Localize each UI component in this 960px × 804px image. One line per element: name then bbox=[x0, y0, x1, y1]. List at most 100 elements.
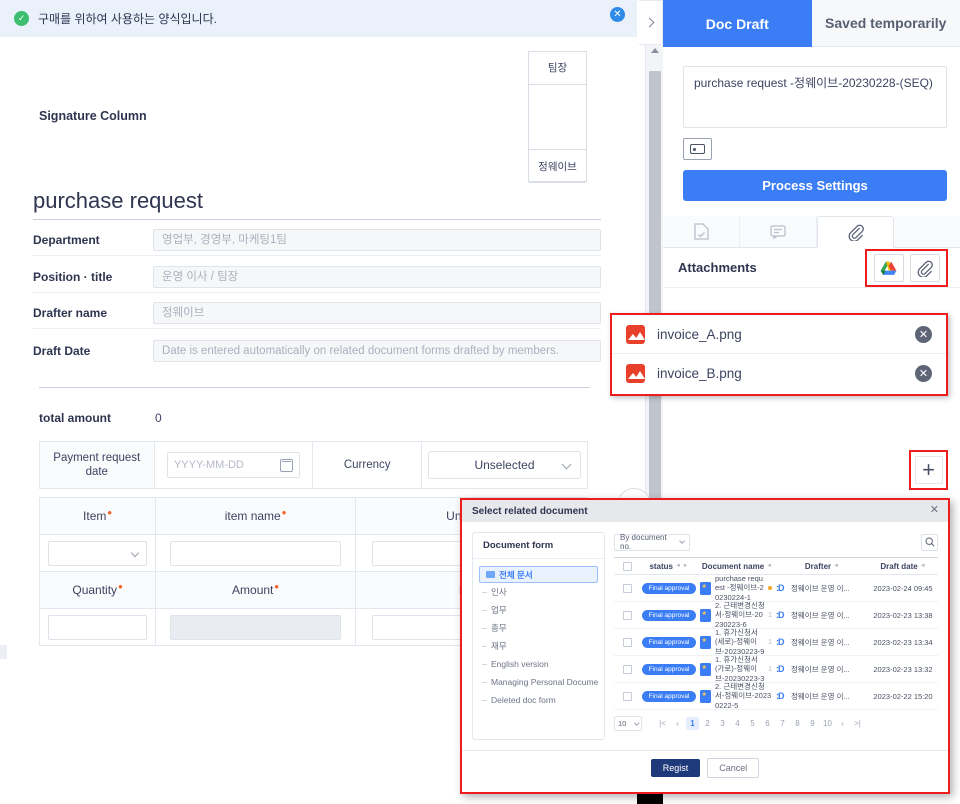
item-select[interactable] bbox=[48, 540, 147, 566]
tree-item-hr[interactable]: 인사 bbox=[479, 583, 598, 601]
quantity-input[interactable] bbox=[48, 614, 147, 640]
page-last-button[interactable]: >| bbox=[851, 717, 864, 730]
row-checkbox[interactable] bbox=[622, 583, 632, 593]
page-4[interactable]: 4 bbox=[731, 717, 744, 730]
process-settings-button[interactable]: Process Settings bbox=[683, 170, 947, 201]
page-5[interactable]: 5 bbox=[746, 717, 759, 730]
page-next-button[interactable]: › bbox=[836, 717, 849, 730]
row-checkbox[interactable] bbox=[622, 664, 632, 674]
tree-item-label: 재무 bbox=[491, 641, 507, 651]
draft-date-field[interactable]: Date is entered automatically on related… bbox=[153, 339, 601, 362]
image-file-icon bbox=[626, 324, 645, 344]
row-name-cell: purchase request -정웨이브-20230224-1 bbox=[698, 574, 776, 602]
table-row[interactable]: Final approval 1. 휴가신청서 (가로)-정웨이브-202302… bbox=[614, 654, 938, 683]
regist-button[interactable]: Regist bbox=[650, 758, 701, 777]
remove-icon[interactable]: ✕ bbox=[915, 326, 932, 343]
tree-item-work[interactable]: 업무 bbox=[479, 601, 598, 619]
tree-item-label: 인사 bbox=[491, 587, 507, 597]
tree-item-label: 전체 문서 bbox=[499, 569, 533, 580]
page-size-select[interactable]: 10 bbox=[614, 716, 642, 731]
collapse-panel-button[interactable] bbox=[639, 0, 663, 45]
table-row[interactable]: Final approval 2. 근태변경신청서-정웨이브-20230223-… bbox=[614, 601, 938, 629]
column-header-draft-date[interactable]: Draft date ◄ bbox=[868, 562, 938, 571]
page-9[interactable]: 9 bbox=[806, 717, 819, 730]
cancel-button[interactable]: Cancel bbox=[707, 757, 760, 778]
drafter-name-field[interactable]: 정웨이브 bbox=[153, 302, 601, 324]
department-field[interactable]: 영업부, 경영부, 마케팅1팀 bbox=[153, 229, 601, 251]
tree-item-english-version[interactable]: English version bbox=[479, 655, 598, 673]
calendar-icon[interactable] bbox=[279, 458, 293, 472]
modal-footer: Regist Cancel bbox=[462, 750, 948, 784]
tree-item-deleted-doc-form[interactable]: Deleted doc form bbox=[479, 691, 598, 709]
row-checkbox[interactable] bbox=[622, 637, 632, 647]
status-badge: Final approval bbox=[641, 636, 697, 648]
tag-icon bbox=[690, 144, 705, 154]
field-row-drafter: Drafter name 정웨이브 bbox=[33, 298, 601, 329]
select-all-checkbox[interactable] bbox=[622, 561, 632, 571]
plus-icon[interactable]: + bbox=[914, 456, 943, 484]
column-header-document-name[interactable]: Document name ◄ bbox=[698, 562, 776, 571]
payment-date-input[interactable]: YYYY-MM-DD bbox=[166, 452, 300, 478]
tree-item-general-affairs[interactable]: 총무 bbox=[479, 619, 598, 637]
payment-currency-table: Payment request date YYYY-MM-DD Currency… bbox=[39, 441, 588, 489]
scroll-up-icon[interactable] bbox=[651, 48, 659, 53]
attachment-name: invoice_B.png bbox=[657, 366, 742, 381]
payment-date-label: Payment request date bbox=[40, 442, 155, 488]
item-name-cell bbox=[156, 535, 356, 571]
scrollbar-thumb[interactable] bbox=[649, 71, 661, 501]
column-header-label: Quantity bbox=[72, 583, 118, 597]
tree-item-finance[interactable]: 재무 bbox=[479, 637, 598, 655]
page-8[interactable]: 8 bbox=[791, 717, 804, 730]
tree-item-personal-document-form[interactable]: Managing Personal Document F... bbox=[479, 673, 598, 691]
page-7[interactable]: 7 bbox=[776, 717, 789, 730]
tree-item-all-documents[interactable]: 전체 문서 bbox=[479, 566, 598, 583]
tab-comments[interactable] bbox=[740, 216, 817, 247]
attach-file-button[interactable] bbox=[909, 254, 940, 282]
doc-title-input[interactable]: purchase request -정웨이브-20230228-(SEQ) bbox=[683, 66, 947, 128]
field-row-draft-date: Draft Date Date is entered automatically… bbox=[33, 335, 601, 366]
close-icon[interactable]: ✕ bbox=[930, 505, 939, 516]
drafter-name: 정웨이브 운영 이... bbox=[791, 664, 850, 674]
table-row[interactable]: Final approval purchase request -정웨이브-20… bbox=[614, 574, 938, 602]
tab-attachments[interactable] bbox=[817, 216, 894, 248]
currency-select[interactable]: Unselected bbox=[428, 451, 581, 479]
page-6[interactable]: 6 bbox=[761, 717, 774, 730]
chevron-down-icon bbox=[633, 720, 639, 725]
remove-icon[interactable]: ✕ bbox=[915, 365, 932, 382]
position-title-field[interactable]: 운영 이사 / 팀장 bbox=[153, 266, 601, 288]
search-field-value: By document no. bbox=[620, 533, 667, 551]
total-amount-label: total amount bbox=[39, 411, 111, 425]
page-1[interactable]: 1 bbox=[686, 717, 699, 730]
page-first-button[interactable]: |< bbox=[656, 717, 669, 730]
check-icon: ✓ bbox=[14, 11, 29, 26]
page-2[interactable]: 2 bbox=[701, 717, 714, 730]
total-amount-value: 0 bbox=[155, 411, 162, 425]
google-drive-button[interactable] bbox=[873, 254, 904, 282]
page-3[interactable]: 3 bbox=[716, 717, 729, 730]
table-row[interactable]: Final approval 1. 휴가신청서 (세로)-정웨이브-202302… bbox=[614, 628, 938, 656]
item-name-input[interactable] bbox=[169, 540, 342, 566]
row-date-cell: 2023-02-22 15:20 bbox=[873, 691, 933, 701]
document-name: 1. 휴가신청서 (가로)-정웨이브-20230223-3 bbox=[715, 654, 765, 683]
notice-text: 구매를 위하여 사용하는 양식입니다. bbox=[38, 12, 217, 26]
tab-document-check[interactable] bbox=[663, 216, 740, 247]
add-related-document-highlight: + bbox=[909, 450, 948, 490]
row-checkbox[interactable] bbox=[622, 691, 632, 701]
list-item[interactable]: invoice_B.png ✕ bbox=[612, 354, 946, 393]
row-drafter-cell: :D 정웨이브 운영 이... bbox=[776, 610, 868, 621]
close-icon[interactable]: ✕ bbox=[610, 7, 625, 22]
page-prev-button[interactable]: ‹ bbox=[671, 717, 684, 730]
search-button[interactable] bbox=[921, 533, 938, 551]
column-header-status[interactable]: status ◄ ► bbox=[640, 562, 698, 571]
payment-date-cell: YYYY-MM-DD bbox=[155, 442, 314, 488]
row-checkbox[interactable] bbox=[622, 610, 632, 620]
list-item[interactable]: invoice_A.png ✕ bbox=[612, 315, 946, 354]
table-row[interactable]: Final approval 2. 근태변경신청서-정웨이브-20230222-… bbox=[614, 682, 938, 710]
tab-doc-draft[interactable]: Doc Draft bbox=[663, 0, 812, 47]
column-header-drafter[interactable]: Drafter ◄ bbox=[776, 562, 868, 571]
tab-saved-temporarily[interactable]: Saved temporarily bbox=[811, 0, 960, 47]
status-badge: Final approval bbox=[641, 609, 697, 621]
page-10[interactable]: 10 bbox=[821, 717, 834, 730]
search-field-select[interactable]: By document no. bbox=[614, 533, 690, 551]
tag-button[interactable] bbox=[683, 138, 712, 160]
